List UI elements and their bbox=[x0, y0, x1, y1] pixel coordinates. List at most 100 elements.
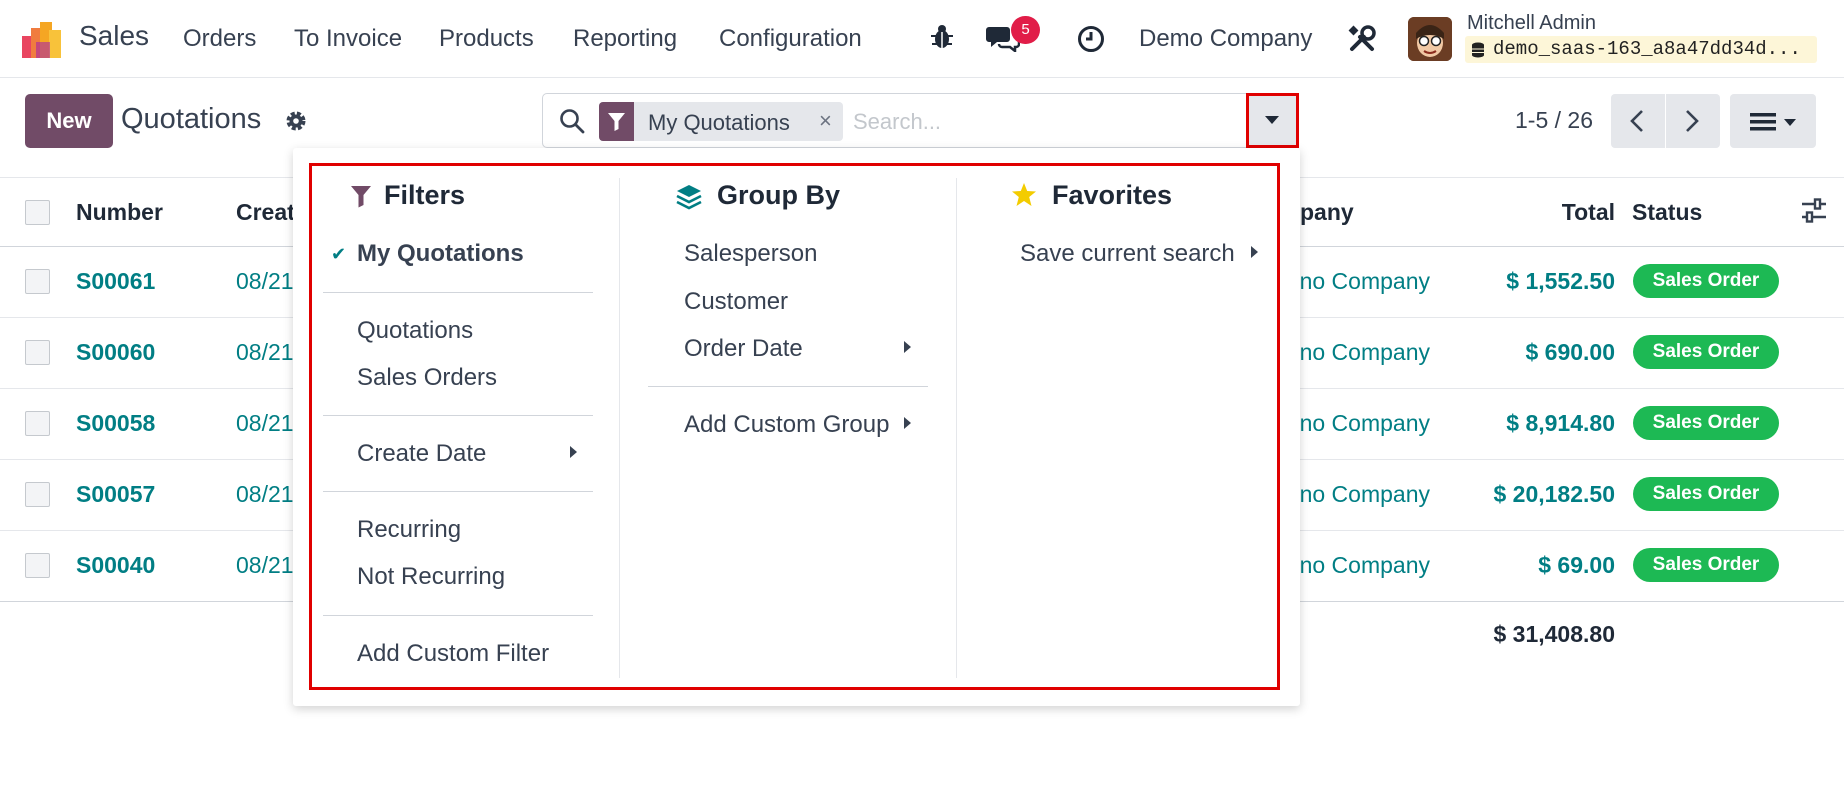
filter-recurring[interactable]: Recurring bbox=[357, 516, 461, 544]
grand-total: $ 31,408.80 bbox=[1493, 621, 1615, 647]
user-avatar[interactable] bbox=[1408, 17, 1452, 61]
caret-right-icon bbox=[1251, 246, 1258, 258]
order-date: 08/21 bbox=[236, 268, 294, 294]
filter-create-date[interactable]: Create Date bbox=[357, 440, 486, 468]
groupby-order-date[interactable]: Order Date bbox=[684, 335, 803, 363]
app-name[interactable]: Sales bbox=[79, 20, 149, 52]
search-options-dropdown: Filters ✔ My Quotations Quotations Sales… bbox=[293, 148, 1300, 706]
user-name[interactable]: Mitchell Admin bbox=[1467, 12, 1596, 35]
filter-quotations[interactable]: Quotations bbox=[357, 317, 473, 345]
order-number[interactable]: S00040 bbox=[76, 552, 155, 579]
divider bbox=[323, 415, 593, 416]
page-title: Quotations bbox=[121, 103, 262, 135]
order-total: $ 690.00 bbox=[1525, 339, 1615, 365]
star-icon bbox=[1012, 183, 1036, 206]
database-label: demo_saas-163_a8a47dd34d... bbox=[1493, 38, 1801, 60]
row-checkbox[interactable] bbox=[25, 340, 50, 365]
column-divider bbox=[956, 178, 957, 678]
filter-my-quotations[interactable]: My Quotations bbox=[357, 240, 524, 268]
caret-right-icon bbox=[904, 341, 911, 353]
chevron-left-icon bbox=[1630, 110, 1643, 132]
status-badge: Sales Order bbox=[1633, 264, 1779, 298]
view-switcher-button[interactable] bbox=[1730, 94, 1816, 148]
order-date: 08/21 bbox=[236, 339, 294, 365]
optional-columns-sliders-icon[interactable] bbox=[1801, 198, 1827, 224]
caret-right-icon bbox=[904, 417, 911, 429]
list-view-icon bbox=[1750, 113, 1796, 131]
new-button[interactable]: New bbox=[25, 94, 113, 148]
filter-not-recurring[interactable]: Not Recurring bbox=[357, 563, 505, 591]
layers-group-icon bbox=[676, 185, 702, 210]
status-badge: Sales Order bbox=[1633, 335, 1779, 369]
order-number[interactable]: S00060 bbox=[76, 339, 155, 366]
row-checkbox[interactable] bbox=[25, 482, 50, 507]
activity-clock-icon[interactable] bbox=[1077, 25, 1105, 53]
divider bbox=[323, 615, 593, 616]
column-header-status[interactable]: Status bbox=[1632, 199, 1702, 226]
order-number[interactable]: S00058 bbox=[76, 410, 155, 437]
groupby-salesperson[interactable]: Salesperson bbox=[684, 240, 817, 268]
order-date: 08/21 bbox=[236, 410, 294, 436]
database-name: demo_saas-163_a8a47dd34d... bbox=[1465, 36, 1817, 63]
menu-to-invoice[interactable]: To Invoice bbox=[294, 25, 402, 53]
facet-label: My Quotations bbox=[648, 110, 790, 135]
messages-count-badge: 5 bbox=[1011, 16, 1040, 44]
search-input[interactable] bbox=[853, 102, 1233, 141]
column-header-company[interactable]: pany bbox=[1300, 199, 1354, 226]
column-header-total[interactable]: Total bbox=[1562, 199, 1615, 226]
facet-remove-icon[interactable]: × bbox=[819, 108, 832, 134]
column-header-creation-date[interactable]: Creat bbox=[236, 199, 295, 226]
filter-sales-orders[interactable]: Sales Orders bbox=[357, 364, 497, 392]
select-all-checkbox[interactable] bbox=[25, 200, 50, 225]
company-switcher[interactable]: Demo Company bbox=[1139, 25, 1312, 53]
menu-reporting[interactable]: Reporting bbox=[573, 25, 677, 53]
column-divider bbox=[619, 178, 620, 678]
status-badge: Sales Order bbox=[1633, 548, 1779, 582]
menu-products[interactable]: Products bbox=[439, 25, 534, 53]
order-number[interactable]: S00057 bbox=[76, 481, 155, 508]
caret-down-icon bbox=[1265, 116, 1279, 124]
group-by-title: Group By bbox=[717, 180, 841, 210]
divider bbox=[648, 386, 928, 387]
database-icon bbox=[1472, 42, 1484, 58]
favorites-title: Favorites bbox=[1052, 180, 1173, 210]
order-date: 08/21 bbox=[236, 552, 294, 578]
debug-bug-icon[interactable] bbox=[930, 24, 954, 50]
order-company: no Company bbox=[1299, 410, 1430, 436]
top-navbar: Sales Orders To Invoice Products Reporti… bbox=[0, 0, 1844, 78]
add-custom-filter[interactable]: Add Custom Filter bbox=[357, 640, 549, 668]
save-current-search[interactable]: Save current search bbox=[1020, 240, 1235, 268]
pager-previous-button[interactable] bbox=[1611, 94, 1665, 148]
menu-configuration[interactable]: Configuration bbox=[719, 25, 862, 53]
row-checkbox[interactable] bbox=[25, 553, 50, 578]
pager-value[interactable]: 1-5 / 26 bbox=[1515, 107, 1593, 134]
sales-app-logo-icon[interactable] bbox=[22, 18, 64, 58]
order-total: $ 1,552.50 bbox=[1506, 268, 1615, 294]
tools-settings-icon[interactable] bbox=[1348, 25, 1376, 53]
order-company: no Company bbox=[1299, 268, 1430, 294]
status-badge: Sales Order bbox=[1633, 477, 1779, 511]
order-total: $ 8,914.80 bbox=[1506, 410, 1615, 436]
divider bbox=[323, 292, 593, 293]
search-bar: My Quotations × bbox=[542, 93, 1299, 148]
filters-title: Filters bbox=[384, 180, 466, 210]
order-company: no Company bbox=[1299, 481, 1430, 507]
gear-icon[interactable] bbox=[284, 109, 308, 133]
filter-icon bbox=[351, 186, 371, 208]
search-icon[interactable] bbox=[559, 108, 585, 134]
row-checkbox[interactable] bbox=[25, 411, 50, 436]
order-number[interactable]: S00061 bbox=[76, 268, 155, 295]
order-total: $ 20,182.50 bbox=[1493, 481, 1615, 507]
row-checkbox[interactable] bbox=[25, 269, 50, 294]
order-date: 08/21 bbox=[236, 481, 294, 507]
filter-facet-icon bbox=[599, 102, 634, 141]
groupby-customer[interactable]: Customer bbox=[684, 288, 788, 316]
divider bbox=[323, 491, 593, 492]
status-badge: Sales Order bbox=[1633, 406, 1779, 440]
add-custom-group[interactable]: Add Custom Group bbox=[684, 411, 889, 439]
order-total: $ 69.00 bbox=[1538, 552, 1615, 578]
menu-orders[interactable]: Orders bbox=[183, 25, 256, 53]
search-panel-toggle-button[interactable] bbox=[1246, 93, 1299, 148]
pager-next-button[interactable] bbox=[1666, 94, 1720, 148]
column-header-number[interactable]: Number bbox=[76, 199, 163, 226]
